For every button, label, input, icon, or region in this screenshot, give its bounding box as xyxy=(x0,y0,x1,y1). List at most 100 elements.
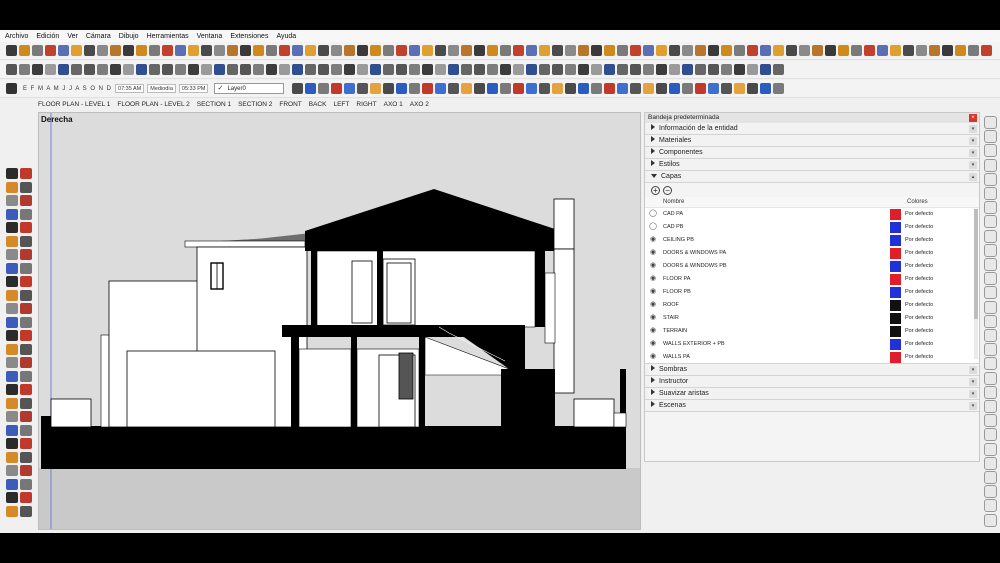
tool-icon[interactable] xyxy=(838,45,849,56)
tool-icon[interactable] xyxy=(851,45,862,56)
draw-tool-icon[interactable] xyxy=(318,64,329,75)
draw-tool-icon[interactable] xyxy=(383,64,394,75)
side-tool-icon[interactable] xyxy=(984,187,997,200)
large-tool-icon[interactable] xyxy=(6,357,18,368)
tool-icon[interactable] xyxy=(643,45,654,56)
draw-tool-icon[interactable] xyxy=(227,64,238,75)
draw-tool-icon[interactable] xyxy=(97,64,108,75)
tab-floor-plan-level-2[interactable]: FLOOR PLAN - LEVEL 2 xyxy=(117,101,189,108)
draw-tool-icon[interactable] xyxy=(396,64,407,75)
draw-tool-icon[interactable] xyxy=(656,64,667,75)
eye-icon[interactable]: ◉ xyxy=(649,275,657,282)
tool-icon[interactable] xyxy=(799,45,810,56)
layer-name[interactable]: STAIR xyxy=(663,315,679,321)
tab-axo-1[interactable]: AXO 1 xyxy=(384,101,403,108)
tool-icon[interactable] xyxy=(32,45,43,56)
tool-icon[interactable] xyxy=(71,45,82,56)
side-tool-icon[interactable] xyxy=(984,329,997,342)
draw-tool-icon[interactable] xyxy=(266,64,277,75)
view-tool-icon[interactable] xyxy=(578,83,590,94)
tool-icon[interactable] xyxy=(110,45,121,56)
side-tool-icon[interactable] xyxy=(984,471,997,484)
tool-icon[interactable] xyxy=(123,45,134,56)
large-tool-icon[interactable] xyxy=(6,384,18,395)
tool-icon[interactable] xyxy=(175,45,186,56)
layer-color-swatch[interactable] xyxy=(890,339,901,350)
view-tool-icon[interactable] xyxy=(526,83,538,94)
large-tool-icon[interactable] xyxy=(20,222,32,233)
side-tool-icon[interactable] xyxy=(984,428,997,442)
large-tool-icon[interactable] xyxy=(6,168,18,179)
chevron-down-icon[interactable]: ▾ xyxy=(969,125,977,133)
tool-icon[interactable] xyxy=(695,45,706,56)
large-tool-icon[interactable] xyxy=(20,235,32,247)
view-tool-icon[interactable] xyxy=(500,83,512,94)
view-tool-icon[interactable] xyxy=(643,83,655,94)
shadow-toggle-icon[interactable] xyxy=(6,83,17,94)
menu-dibujo[interactable]: Dibujo xyxy=(119,33,139,40)
tool-icon[interactable] xyxy=(266,45,277,56)
view-tool-icon[interactable] xyxy=(474,83,486,94)
tool-icon[interactable] xyxy=(760,45,771,56)
view-tool-icon[interactable] xyxy=(513,83,525,94)
view-tool-icon[interactable] xyxy=(734,83,746,94)
tool-icon[interactable] xyxy=(812,45,823,56)
draw-tool-icon[interactable] xyxy=(71,64,82,75)
draw-tool-icon[interactable] xyxy=(773,64,784,75)
view-tool-icon[interactable] xyxy=(370,83,382,94)
close-icon[interactable]: × xyxy=(969,114,977,122)
tool-icon[interactable] xyxy=(890,45,901,56)
view-tool-icon[interactable] xyxy=(422,83,434,94)
large-tool-icon[interactable] xyxy=(6,438,18,449)
side-tool-icon[interactable] xyxy=(984,229,997,243)
layer-row[interactable]: ◉ WALLS EXTERIOR + PB Por defecto xyxy=(645,338,979,351)
layer-name[interactable]: FLOOR PB xyxy=(663,289,691,295)
eye-closed-icon[interactable]: ◯ xyxy=(649,210,657,217)
layer-name[interactable]: CAD PB xyxy=(663,224,683,230)
layer-name[interactable]: TERRAIN xyxy=(663,328,687,334)
draw-tool-icon[interactable] xyxy=(370,64,381,75)
large-tool-icon[interactable] xyxy=(20,411,32,422)
tool-icon[interactable] xyxy=(513,45,524,56)
side-tool-icon[interactable] xyxy=(984,485,997,499)
eye-closed-icon[interactable]: ◯ xyxy=(649,223,657,230)
tool-icon[interactable] xyxy=(149,45,160,56)
side-tool-icon[interactable] xyxy=(984,272,997,286)
draw-tool-icon[interactable] xyxy=(6,64,17,75)
tool-icon[interactable] xyxy=(136,45,147,56)
side-tool-icon[interactable] xyxy=(984,400,997,413)
layer-name[interactable]: FLOOR PA xyxy=(663,276,690,282)
tab-axo-2[interactable]: AXO 2 xyxy=(410,101,429,108)
large-tool-icon[interactable] xyxy=(20,330,32,341)
side-tool-icon[interactable] xyxy=(984,172,997,186)
draw-tool-icon[interactable] xyxy=(253,64,264,75)
draw-tool-icon[interactable] xyxy=(539,64,550,75)
tool-icon[interactable] xyxy=(630,45,641,56)
chevron-down-icon[interactable]: ▾ xyxy=(969,149,977,157)
large-tool-icon[interactable] xyxy=(20,289,32,301)
tool-icon[interactable] xyxy=(604,45,615,56)
large-tool-icon[interactable] xyxy=(6,303,18,314)
tool-icon[interactable] xyxy=(45,45,56,56)
large-tool-icon[interactable] xyxy=(20,424,32,436)
layer-row[interactable]: ◉ CEILING PB Por defecto xyxy=(645,234,979,247)
large-tool-icon[interactable] xyxy=(20,276,32,287)
column-color[interactable]: Colores xyxy=(907,199,928,205)
tool-icon[interactable] xyxy=(162,45,173,56)
side-tool-icon[interactable] xyxy=(984,357,997,371)
layer-row[interactable]: ◉ FLOOR PB Por defecto xyxy=(645,286,979,299)
tool-icon[interactable] xyxy=(370,45,381,56)
side-tool-icon[interactable] xyxy=(984,286,997,300)
layer-name[interactable]: CEILING PB xyxy=(663,237,694,243)
eye-icon[interactable]: ◉ xyxy=(649,327,657,334)
menu-ventana[interactable]: Ventana xyxy=(197,33,223,40)
tool-icon[interactable] xyxy=(773,45,784,56)
layer-color-swatch[interactable] xyxy=(890,352,901,363)
large-tool-icon[interactable] xyxy=(20,438,32,449)
eye-icon[interactable]: ◉ xyxy=(649,236,657,243)
menu-edicion[interactable]: Edición xyxy=(36,33,59,40)
draw-tool-icon[interactable] xyxy=(435,64,446,75)
large-tool-icon[interactable] xyxy=(6,411,18,422)
side-tool-icon[interactable] xyxy=(984,513,997,527)
layer-name[interactable]: CAD PA xyxy=(663,211,683,217)
